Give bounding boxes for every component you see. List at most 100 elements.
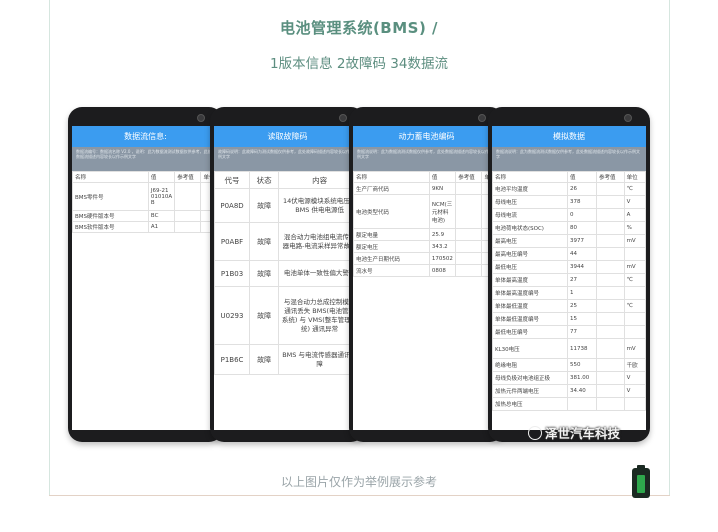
cell-code: P0A8D <box>214 188 251 223</box>
cell-value: J69-21 01010A B <box>147 182 176 211</box>
table-row[interactable]: 电池类型代码 NCM(三元材料电池) <box>353 194 500 229</box>
screen-faultcodes: 读取故障码 故障码说明：此故障码为测试数据仅供参考，此处故障码描述内容较长以作示… <box>214 126 361 430</box>
left-frame-line <box>49 0 50 495</box>
table-row[interactable]: 最低电压 3944 mV <box>492 260 646 274</box>
page-subtitle: 1版本信息 2故障码 34数据流 <box>270 56 448 72</box>
screen-description: 故障码说明：此故障码为测试数据仅供参考，此处故障码描述内容较长以作示例文字 <box>214 147 361 171</box>
table-row[interactable]: 母线电压 378 V <box>492 195 646 209</box>
cell-value: 15 <box>566 312 598 326</box>
cell-value: A1 <box>147 221 176 233</box>
cell-value <box>566 397 598 411</box>
cell-name: 单体最低温度编号 <box>492 312 568 326</box>
screen-description: 数据流说明：此为数据流测试数据仅供参考，此处数据流描述内容较长以作示例文字 <box>353 147 500 171</box>
column-header: 参考值 <box>455 171 483 183</box>
table-row[interactable]: 单体最低温度编号 15 <box>492 312 646 326</box>
wechat-icon <box>528 426 542 440</box>
cell-name: 额定电量 <box>353 228 430 241</box>
table-row[interactable]: 最低电压编号 77 <box>492 325 646 339</box>
column-header: 代号 <box>214 171 251 189</box>
cell-name: 最低电压 <box>492 260 568 274</box>
table-row[interactable]: 母线电流 0 A <box>492 208 646 222</box>
column-header: 名称 <box>492 171 568 183</box>
cell-name: 加热总电压 <box>492 397 568 411</box>
cell-name: 单体最高温度 <box>492 273 568 287</box>
cell-name: 流水号 <box>353 264 430 277</box>
screen-title: 数据流信息: <box>72 126 219 147</box>
screen-batterycode: 动力蓄电池编码 数据流说明：此为数据流测试数据仅供参考，此处数据流描述内容较长以… <box>353 126 500 430</box>
table-row[interactable]: KL30电压 11738 mV <box>492 338 646 359</box>
table-row[interactable]: 单体最高温度 27 ℃ <box>492 273 646 287</box>
cell-value: 26 <box>566 182 598 196</box>
cell-unit: ℃ <box>623 182 646 196</box>
column-header: 状态 <box>249 171 280 189</box>
table-row[interactable]: P0A8D 故障 14伏电源模块系统电压低 BMS 供电电源低 <box>214 188 361 223</box>
table-row[interactable]: BMS硬件版本号 BC <box>72 210 219 222</box>
table-row[interactable]: 加热元件两端电压 34.40 V <box>492 384 646 398</box>
screen-description: 数据流说明：此为数据流测试数据仅供参考，此处数据流描述内容较长以作示例文字 <box>492 147 646 171</box>
cell-name: 最高电压编号 <box>492 247 568 261</box>
table-row[interactable]: 最高电压 3977 mV <box>492 234 646 248</box>
cell-unit: V <box>623 195 646 209</box>
table-row[interactable]: 额定电量 25.9 <box>353 228 500 241</box>
table-row[interactable]: 单体最低温度 25 ℃ <box>492 299 646 313</box>
cell-value: 170502 <box>428 252 457 265</box>
table-row[interactable]: P0ABF 故障 混合动力电池组电流传感器电路-电流采样异常故障 <box>214 222 361 261</box>
cell-name: 母线负极对电池组正极 <box>492 371 568 385</box>
column-header: 名称 <box>72 171 149 183</box>
cell-name: BMS软件版本号 <box>72 221 149 233</box>
cell-unit: ℃ <box>623 273 646 287</box>
cell-unit: mV <box>623 234 646 248</box>
cell-code: P0ABF <box>214 222 251 261</box>
watermark: 泽世汽车科技 <box>528 423 646 441</box>
cell-value: BC <box>147 210 176 222</box>
cell-name: 最低电压编号 <box>492 325 568 339</box>
table-row[interactable]: 母线负极对电池组正极 381.00 V <box>492 371 646 385</box>
table-row[interactable]: 绝缘电阻 550 千欧 <box>492 358 646 372</box>
cell-value: 25.9 <box>428 228 457 241</box>
table-row[interactable]: 电池生产日期代码 170502 <box>353 252 500 265</box>
cell-unit <box>623 247 646 261</box>
cell-status: 故障 <box>249 260 280 287</box>
cell-value: 3977 <box>566 234 598 248</box>
table-row[interactable]: 单体最高温度编号 1 <box>492 286 646 300</box>
data-table: 名称 值 参考值 单位 电池平均温度 26 ℃ 母线电压 378 V 母线电流 0 A 电池… <box>492 171 646 411</box>
column-header: 值 <box>566 171 598 183</box>
table-row[interactable]: BMS零件号 J69-21 01010A B <box>72 182 219 211</box>
cell-value: 77 <box>566 325 598 339</box>
table-row[interactable]: 加热总电压 <box>492 397 646 411</box>
table-row[interactable]: 生产厂商代码 9KN <box>353 182 500 195</box>
cell-unit: V <box>623 371 646 385</box>
table-row[interactable]: 额定电压 343.2 <box>353 240 500 253</box>
table-header: 名称 值 参考值 单位 <box>353 171 500 183</box>
table-row[interactable]: P1B03 故障 电池单体一致性偏大警告 <box>214 260 361 287</box>
divider <box>49 495 670 496</box>
table-header: 名称 值 参考值 单位 <box>492 171 646 183</box>
column-header: 参考值 <box>174 171 202 183</box>
cell-value: 1 <box>566 286 598 300</box>
cell-name: 绝缘电阻 <box>492 358 568 372</box>
table-row[interactable]: P1B6C 故障 BMS 与电流传感器通讯故障 <box>214 344 361 375</box>
table-row[interactable]: 电池平均温度 26 ℃ <box>492 182 646 196</box>
cell-status: 故障 <box>249 286 280 345</box>
cell-value: 381.00 <box>566 371 598 385</box>
table-row[interactable]: BMS软件版本号 A1 <box>72 221 219 233</box>
table-header: 代号 状态 内容 <box>214 171 361 189</box>
table-row[interactable]: 最高电压编号 44 <box>492 247 646 261</box>
cell-code: P1B03 <box>214 260 251 287</box>
table-row[interactable]: 流水号 0808 <box>353 264 500 277</box>
cell-name: 最高电压 <box>492 234 568 248</box>
cell-value: 550 <box>566 358 598 372</box>
cell-value: 343.2 <box>428 240 457 253</box>
camera-icon <box>478 114 486 122</box>
cell-unit <box>623 325 646 339</box>
table-row[interactable]: 电池荷电状态(SOC) 80% <box>492 221 646 235</box>
column-header: 值 <box>147 171 176 183</box>
camera-icon <box>624 114 632 122</box>
phone-datastream: 数据流信息: 数据流编号：数据流名称 V2.0 ，说明：此为数据流测试数据仅供参… <box>68 107 223 442</box>
table-row[interactable]: U0293 故障 与混合动力总成控制模块通讯丢失 BMS(电池管理系统) 与 V… <box>214 286 361 345</box>
cell-name: 电池平均温度 <box>492 182 568 196</box>
cell-name: 电池荷电状态(SOC) <box>492 221 568 235</box>
screen-description: 数据流编号：数据流名称 V2.0 ，说明：此为数据流测试数据仅供参考，此处数据流… <box>72 147 219 171</box>
cell-name: 母线电流 <box>492 208 568 222</box>
cell-code: P1B6C <box>214 344 251 375</box>
